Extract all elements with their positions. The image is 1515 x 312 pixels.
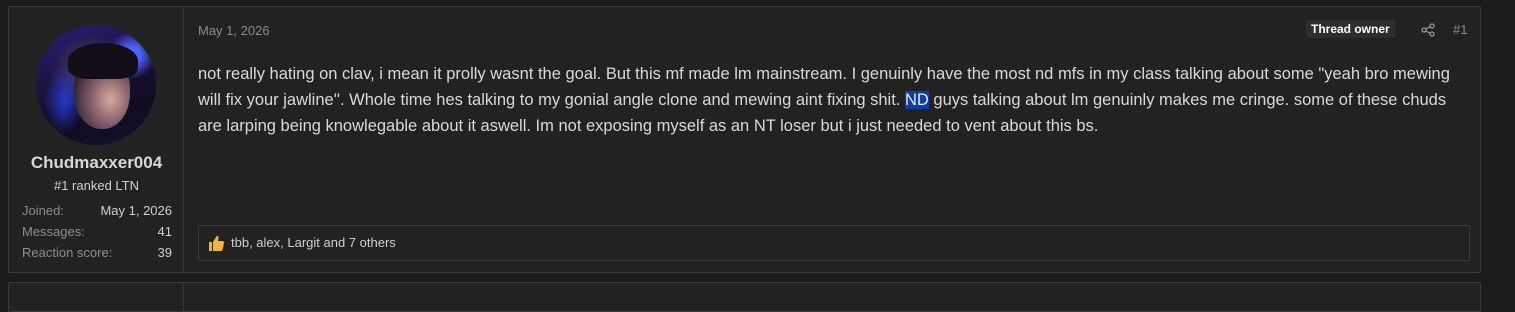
user-title: #1 ranked LTN bbox=[53, 178, 140, 193]
stat-reaction-score: Reaction score: 39 bbox=[22, 245, 172, 263]
stat-messages: Messages: 41 bbox=[22, 224, 172, 242]
reaction-users[interactable]: tbb, alex, Largit and 7 others bbox=[231, 235, 396, 250]
stat-joined: Joined: May 1, 2026 bbox=[22, 203, 172, 221]
stat-value: 41 bbox=[157, 224, 172, 239]
username[interactable]: Chudmaxxer004 bbox=[9, 153, 184, 173]
reactions-bar[interactable]: tbb, alex, Largit and 7 others bbox=[198, 225, 1470, 261]
post-number-link[interactable]: #1 bbox=[1453, 22, 1467, 37]
thumbs-up-icon bbox=[209, 236, 225, 251]
selected-text: ND bbox=[904, 91, 929, 109]
next-user-panel bbox=[9, 283, 184, 311]
post-container: Chudmaxxer004 #1 ranked LTN Joined: May … bbox=[8, 6, 1481, 273]
stat-label: Joined: bbox=[22, 203, 64, 218]
thread-owner-badge: Thread owner bbox=[1306, 20, 1395, 38]
avatar-hair bbox=[68, 43, 138, 79]
stat-value: May 1, 2026 bbox=[100, 203, 172, 218]
post-body: not really hating on clav, i mean it pro… bbox=[198, 61, 1468, 139]
post-date[interactable]: May 1, 2026 bbox=[198, 23, 270, 38]
share-icon[interactable] bbox=[1421, 23, 1435, 37]
avatar[interactable] bbox=[36, 25, 156, 145]
stat-label: Messages: bbox=[22, 224, 85, 239]
stat-label: Reaction score: bbox=[22, 245, 113, 260]
user-info-panel: Chudmaxxer004 #1 ranked LTN Joined: May … bbox=[9, 7, 184, 272]
stat-value: 39 bbox=[157, 245, 172, 260]
next-post-container bbox=[8, 282, 1481, 312]
